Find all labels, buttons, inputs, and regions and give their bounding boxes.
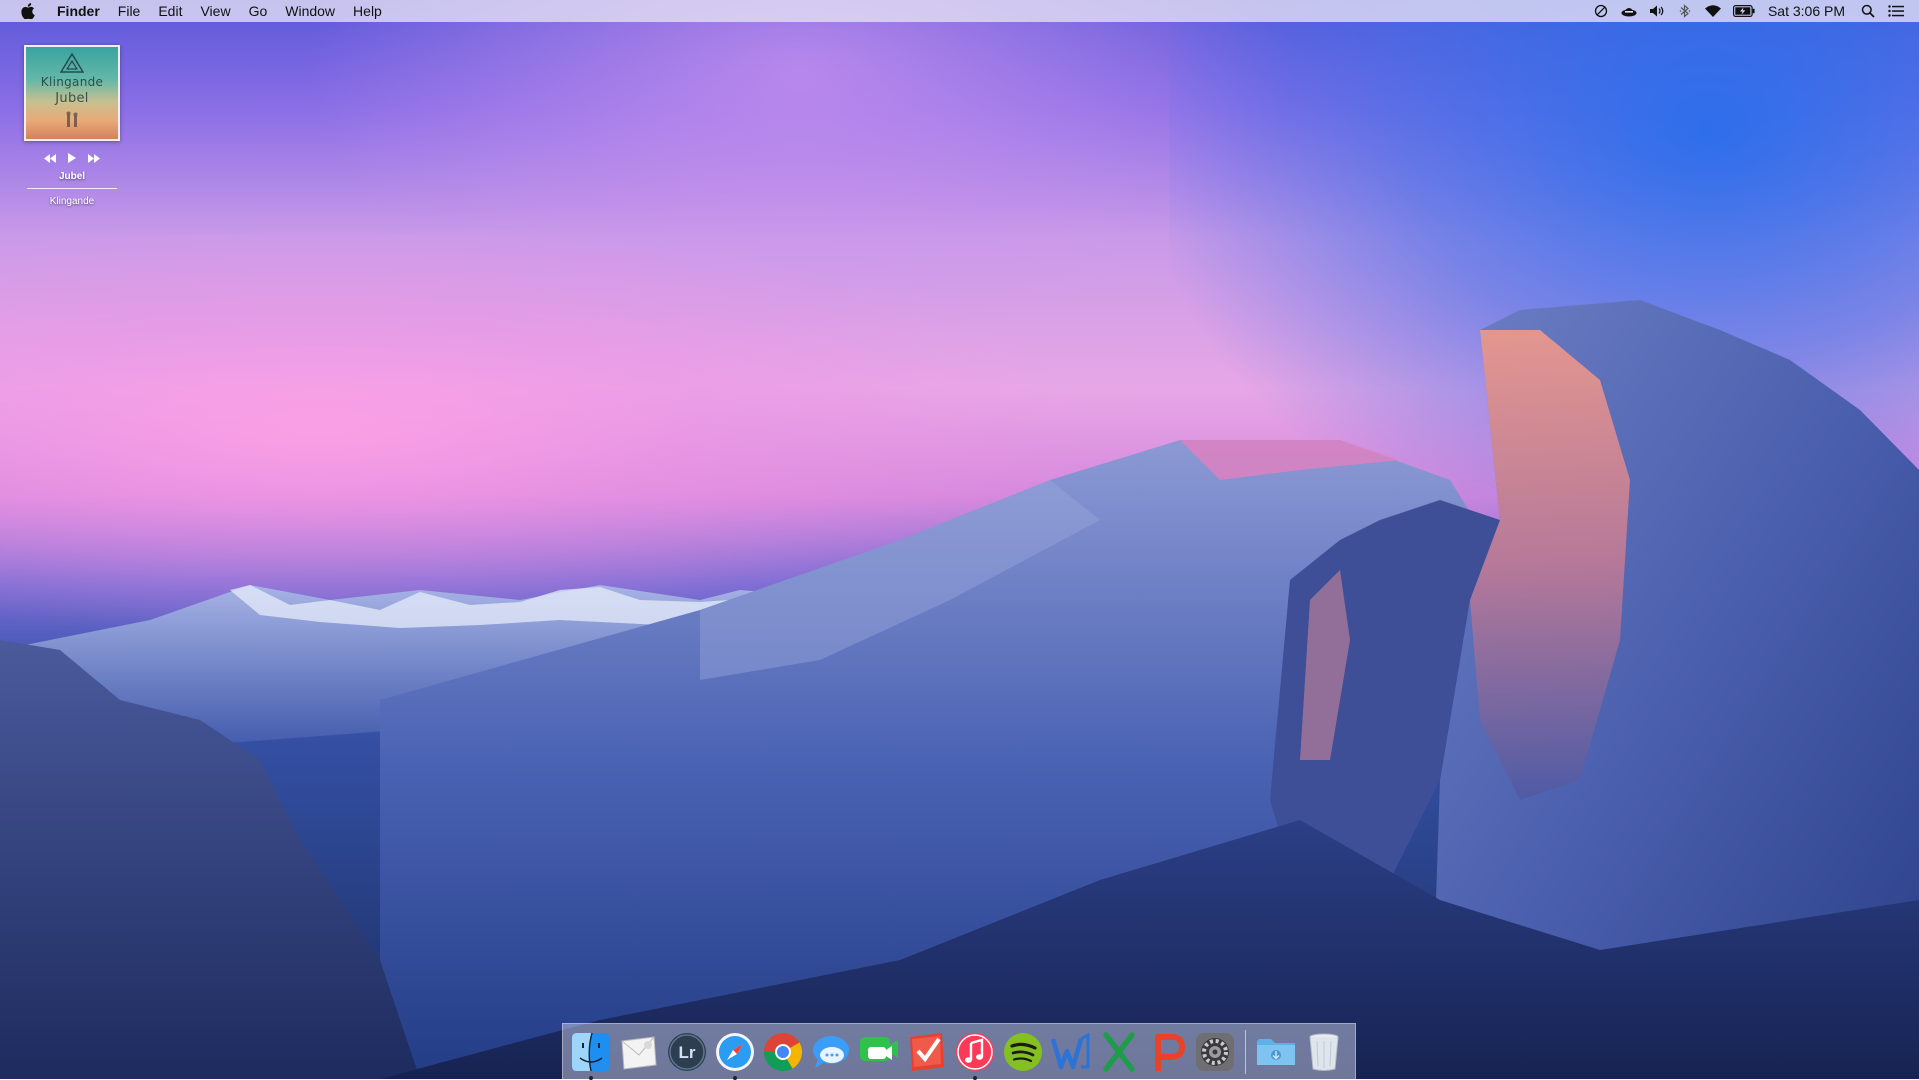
dock-word[interactable] xyxy=(1049,1030,1093,1074)
mountain-landscape xyxy=(0,300,1919,1079)
powerpoint-icon xyxy=(1155,1033,1185,1071)
dock-lightroom[interactable]: Lr xyxy=(665,1030,709,1074)
wifi-icon[interactable] xyxy=(1704,2,1722,20)
battery-icon[interactable] xyxy=(1732,2,1756,20)
finder-icon xyxy=(572,1032,610,1071)
track-divider xyxy=(27,188,117,189)
menu-app-name[interactable]: Finder xyxy=(54,0,109,22)
album-art[interactable]: Klingande Jubel xyxy=(24,45,120,141)
facetime-icon xyxy=(860,1036,898,1061)
lock-hat-icon[interactable] xyxy=(1620,2,1638,20)
album-figures-icon xyxy=(66,111,78,127)
playback-controls xyxy=(24,151,120,165)
desktop-wallpaper xyxy=(0,0,1919,1079)
menu-edit[interactable]: Edit xyxy=(149,0,191,22)
dock-excel[interactable] xyxy=(1097,1030,1141,1074)
volume-icon[interactable] xyxy=(1648,2,1666,20)
dock-facetime[interactable] xyxy=(857,1030,901,1074)
menu-file[interactable]: File xyxy=(109,0,150,22)
menu-help[interactable]: Help xyxy=(344,0,391,22)
spotify-icon xyxy=(1004,1032,1042,1071)
dock-mail[interactable] xyxy=(617,1030,661,1074)
excel-icon xyxy=(1103,1031,1135,1072)
apple-logo-icon[interactable] xyxy=(20,3,36,19)
play-icon[interactable] xyxy=(65,152,79,164)
lightroom-icon: Lr xyxy=(668,1032,706,1071)
menu-clock[interactable]: Sat 3:06 PM xyxy=(1768,3,1845,19)
do-not-disturb-icon[interactable] xyxy=(1592,2,1610,20)
dock-finder[interactable] xyxy=(569,1030,613,1080)
dock-chrome[interactable] xyxy=(761,1030,805,1074)
dock-spotify[interactable] xyxy=(1001,1030,1045,1074)
dock-powerpoint[interactable] xyxy=(1145,1030,1189,1074)
wunderlist-icon xyxy=(910,1032,944,1071)
dock-safari[interactable] xyxy=(713,1030,757,1080)
spotlight-icon[interactable] xyxy=(1859,2,1877,20)
track-artist: Klingande xyxy=(49,196,95,207)
album-art-title: Jubel xyxy=(55,91,89,106)
messages-icon xyxy=(813,1035,849,1068)
itunes-icon xyxy=(956,1032,994,1071)
menu-go[interactable]: Go xyxy=(240,0,277,22)
dock-trash[interactable] xyxy=(1302,1030,1346,1074)
dock-wunderlist[interactable] xyxy=(905,1030,949,1074)
word-icon xyxy=(1050,1031,1090,1069)
dock-system-preferences[interactable] xyxy=(1193,1030,1237,1074)
menu-view[interactable]: View xyxy=(191,0,239,22)
fast-forward-icon[interactable] xyxy=(87,152,101,164)
album-logo-icon xyxy=(60,53,84,73)
dock: Lr xyxy=(562,1023,1356,1080)
mail-icon xyxy=(621,1035,657,1070)
svg-text:Lr: Lr xyxy=(679,1043,696,1062)
notification-center-icon[interactable] xyxy=(1887,2,1905,20)
dock-messages[interactable] xyxy=(809,1030,853,1074)
bluetooth-icon[interactable] xyxy=(1676,2,1694,20)
menu-bar: Finder File Edit View Go Window Help Sat… xyxy=(0,0,1919,22)
dock-downloads[interactable] xyxy=(1254,1030,1298,1074)
system-preferences-icon xyxy=(1196,1032,1234,1071)
track-title: Jubel xyxy=(58,171,86,182)
chrome-icon xyxy=(763,1032,803,1071)
dock-separator xyxy=(1245,1029,1246,1074)
downloads-folder-icon xyxy=(1257,1038,1295,1065)
album-art-artist: Klingande xyxy=(40,75,104,89)
music-widget: Klingande Jubel Jubel Klingande xyxy=(24,45,120,207)
rewind-icon[interactable] xyxy=(43,152,57,164)
menu-window[interactable]: Window xyxy=(276,0,344,22)
trash-icon xyxy=(1309,1033,1339,1071)
dock-itunes[interactable] xyxy=(953,1030,997,1080)
safari-icon xyxy=(716,1032,754,1071)
